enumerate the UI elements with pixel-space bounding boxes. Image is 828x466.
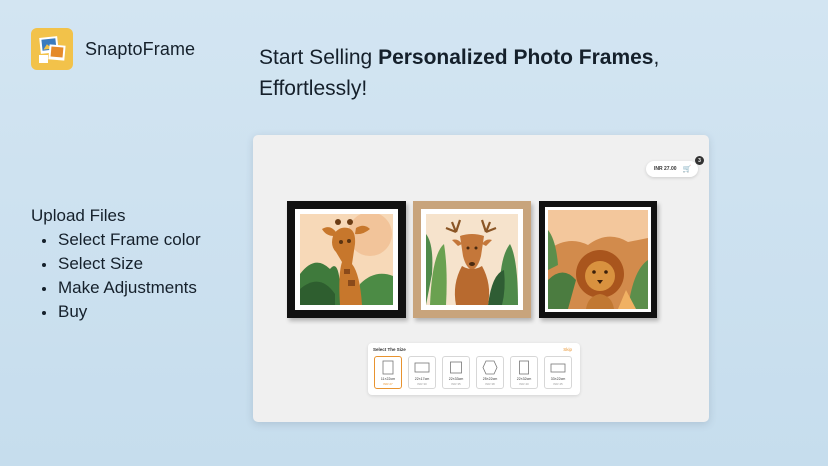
cart-button[interactable]: INR 27.00 🛒 3	[646, 156, 704, 177]
square-frame-icon	[450, 361, 462, 374]
frame-mat	[545, 207, 651, 312]
size-option[interactable]: 22×33cm INR 35	[442, 356, 470, 389]
size-label: 22×17cm	[414, 377, 430, 381]
headline-bold: Personalized Photo Frames	[378, 46, 654, 69]
hexagon-frame-icon	[482, 360, 498, 375]
deer-artwork	[426, 214, 518, 305]
size-price: INR 38	[485, 382, 495, 386]
size-selector: Select The Size Skip 11×22cm INR 27 22×1…	[368, 343, 580, 395]
skip-link[interactable]: Skip	[563, 347, 572, 352]
giraffe-artwork	[300, 214, 393, 305]
size-option[interactable]: 33×22cm INR 45	[544, 356, 572, 389]
size-label: 11×22cm	[380, 377, 396, 381]
brand-name: SnaptoFrame	[85, 38, 196, 59]
logo-icon	[31, 28, 73, 70]
step-item: Select Size	[40, 252, 201, 276]
size-label: 33×22cm	[550, 377, 566, 381]
size-price: INR 40	[519, 382, 529, 386]
landscape-frame-icon	[550, 363, 566, 373]
size-label: 22×32cm	[516, 377, 532, 381]
size-option[interactable]: 22×32cm INR 40	[510, 356, 538, 389]
headline-line2: Effortlessly!	[259, 77, 368, 100]
size-label: 22×33cm	[448, 377, 464, 381]
frame-preview-deer[interactable]	[413, 201, 531, 318]
cart-amount: INR 27.00	[654, 166, 677, 172]
headline-prefix: Start Selling	[259, 46, 379, 69]
size-price: INR 35	[451, 382, 461, 386]
portrait-frame-icon	[519, 360, 529, 375]
size-price: INR 30	[417, 382, 427, 386]
size-selector-title: Select The Size	[373, 347, 406, 352]
size-option[interactable]: 25×22cm INR 38	[476, 356, 504, 389]
hero-headline: Start Selling Personalized Photo Frames,…	[259, 42, 659, 104]
cart-count-badge: 3	[695, 156, 704, 165]
frame-preview-giraffe[interactable]	[287, 201, 406, 318]
headline-suffix: ,	[653, 46, 660, 69]
brand-logo[interactable]: SnaptoFrame	[31, 28, 195, 70]
steps-list: Upload Files Select Frame color Select S…	[31, 204, 201, 324]
step-item: Select Frame color	[40, 228, 201, 252]
frame-mat	[295, 209, 398, 310]
steps-title: Upload Files	[31, 206, 126, 225]
size-label: 25×22cm	[482, 377, 498, 381]
landscape-frame-icon	[414, 362, 430, 373]
frame-preview-lion[interactable]	[539, 201, 657, 318]
step-item: Make Adjustments	[40, 276, 201, 300]
size-option[interactable]: 22×17cm INR 30	[408, 356, 436, 389]
size-price: INR 45	[553, 382, 563, 386]
portrait-frame-icon	[382, 360, 394, 375]
size-price: INR 27	[383, 382, 393, 386]
lion-artwork	[548, 210, 648, 309]
cart-icon: 🛒	[682, 165, 692, 173]
frame-mat	[421, 209, 523, 310]
step-item: Buy	[40, 300, 201, 324]
size-option[interactable]: 11×22cm INR 27	[374, 356, 402, 389]
